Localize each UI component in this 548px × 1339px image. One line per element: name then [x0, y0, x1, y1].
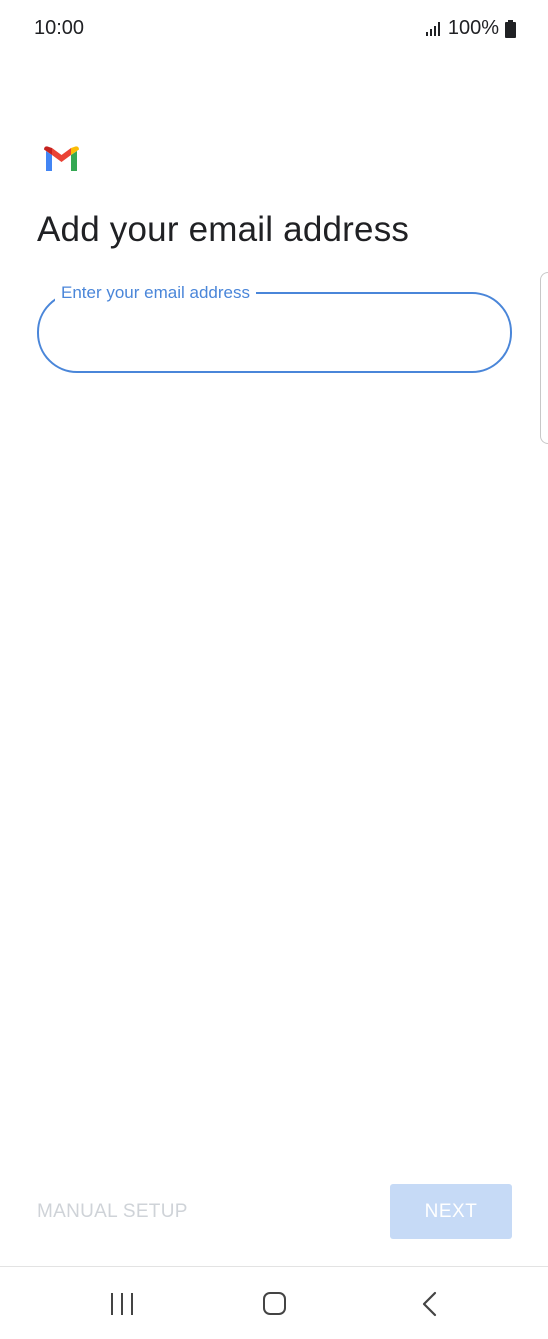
navigation-bar [0, 1267, 548, 1339]
status-time: 10:00 [34, 17, 85, 39]
next-button[interactable]: NEXT [390, 1184, 512, 1239]
edge-panel-handle[interactable] [540, 272, 548, 444]
home-icon[interactable] [263, 1292, 286, 1315]
battery-percent: 100% [447, 17, 499, 39]
recents-icon[interactable] [110, 1293, 134, 1315]
manual-setup-button[interactable]: MANUAL SETUP [37, 1196, 188, 1228]
gmail-logo-icon [44, 146, 79, 171]
battery-icon [505, 19, 516, 38]
email-field[interactable] [37, 292, 512, 373]
status-indicators: 100% [425, 17, 516, 40]
status-bar: 10:00 100% [0, 0, 548, 60]
email-field-label: Enter your email address [55, 282, 256, 304]
email-input[interactable] [63, 312, 483, 352]
back-icon[interactable] [420, 1291, 440, 1317]
page-title: Add your email address [37, 210, 410, 249]
signal-icon [425, 21, 442, 36]
